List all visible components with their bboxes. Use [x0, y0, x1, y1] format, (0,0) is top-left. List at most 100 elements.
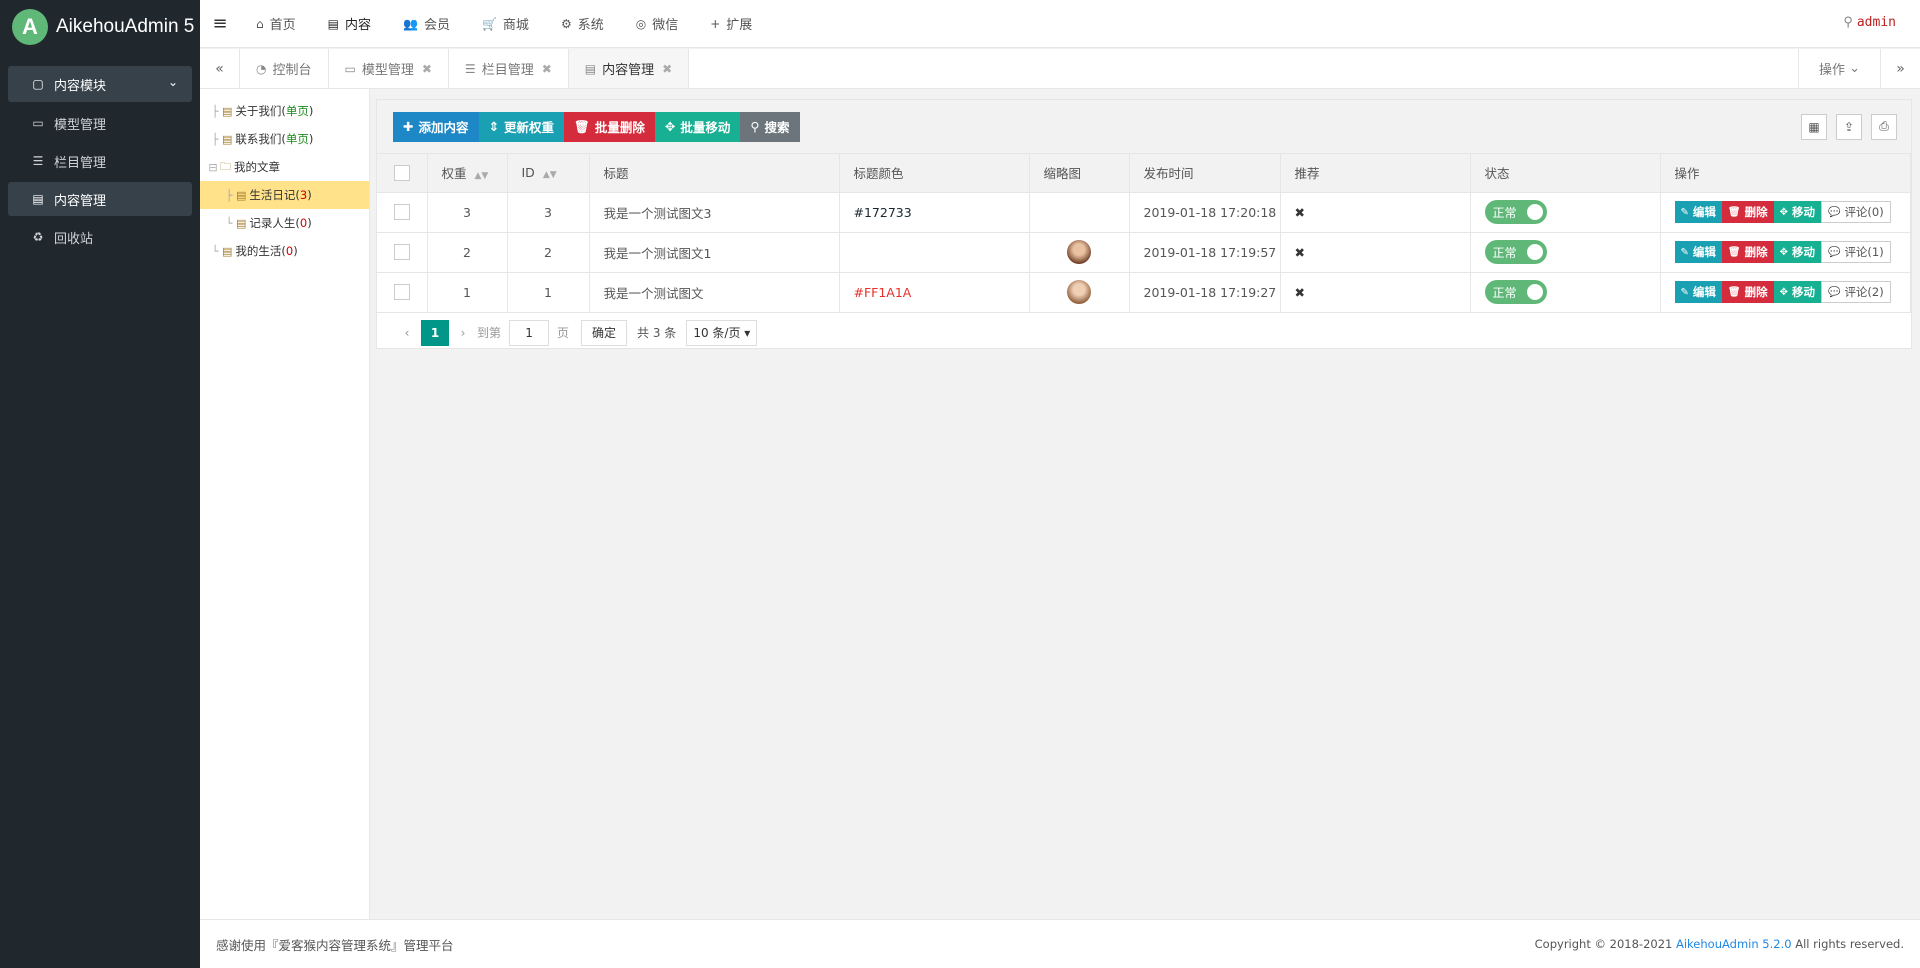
goto-confirm-button[interactable]: 确定	[581, 319, 628, 346]
edit-button[interactable]: ✎ 编辑	[1674, 201, 1722, 223]
thumbnail-cell	[1029, 192, 1130, 233]
nav-home[interactable]: ⌂ 首页	[240, 14, 312, 34]
sidebar-group-content-module[interactable]: ▢ 内容模块 ⌄	[8, 66, 192, 102]
comments-button[interactable]: 💬 评论(2)	[1820, 281, 1891, 303]
version-link[interactable]: AikehouAdmin 5.2.0	[1676, 937, 1792, 951]
header-label: 推荐	[1294, 166, 1320, 182]
add-content-button[interactable]: ✚ 添加内容	[393, 111, 479, 142]
status-toggle[interactable]: 正常	[1484, 280, 1547, 304]
weight-cell[interactable]: 1	[427, 272, 508, 313]
close-icon[interactable]: ✖	[542, 62, 552, 76]
column-header[interactable]: ID ▲▼	[507, 154, 590, 193]
comments-button[interactable]: 💬 评论(1)	[1820, 241, 1891, 263]
update-weight-button[interactable]: ⇕ 更新权重	[478, 111, 564, 142]
nav-wechat[interactable]: ◎ 微信	[620, 14, 695, 34]
nav-extend[interactable]: + 扩展	[694, 14, 768, 34]
tree-node[interactable]: └ ▤ 我的生活(0)	[200, 237, 369, 265]
trash-icon: 🗑	[1727, 206, 1741, 218]
close-icon[interactable]: ✖	[662, 62, 672, 76]
edit-button[interactable]: ✎ 编辑	[1674, 241, 1722, 263]
app-logo[interactable]: A AikehouAdmin 5	[0, 0, 200, 54]
copyright-prefix: Copyright © 2018-2021	[1534, 937, 1676, 951]
thumbnail-image[interactable]	[1067, 240, 1091, 264]
edit-button[interactable]: ✎ 编辑	[1674, 281, 1722, 303]
tab-column[interactable]: ☰ 栏目管理 ✖	[449, 49, 569, 88]
tab-label: 内容管理	[602, 63, 655, 78]
laptop-icon: ▭	[344, 61, 356, 76]
row-checkbox[interactable]	[393, 284, 410, 301]
pagination: ‹ 1 › 到第 1 页 确定 共 3 条 10 条/页 ▾	[377, 313, 1911, 353]
column-header[interactable]: 权重 ▲▼	[427, 154, 508, 193]
export-icon[interactable]: ⇪	[1836, 113, 1862, 140]
nav-shop[interactable]: 🛒 商城	[466, 14, 545, 34]
button-label: 评论(0)	[1844, 205, 1884, 219]
button-label: 移动	[1791, 205, 1815, 219]
trash-icon: 🗑	[574, 118, 590, 134]
row-checkbox[interactable]	[393, 244, 410, 261]
print-icon[interactable]: ⎙	[1871, 113, 1897, 140]
user-icon: ⚲	[1843, 15, 1853, 30]
user-menu[interactable]: ⚲ admin	[1843, 15, 1896, 30]
actions-cell: ✎ 编辑 🗑 删除 ✥ 移动 💬 评论(2)	[1660, 272, 1911, 313]
page-number-current[interactable]: 1	[421, 319, 449, 346]
tree-node-label: 我的文章	[234, 160, 280, 174]
header-label: 发布时间	[1143, 166, 1194, 182]
folder-open-icon: 🗀	[220, 159, 231, 173]
close-icon[interactable]: ✖	[422, 62, 432, 76]
comments-button[interactable]: 💬 评论(0)	[1820, 201, 1891, 223]
nav-system[interactable]: ⚙ 系统	[545, 14, 620, 34]
move-button[interactable]: ✥ 移动	[1773, 241, 1821, 263]
header-label: 标题颜色	[853, 166, 904, 182]
tab-operations-dropdown[interactable]: 操作 ⌄	[1798, 49, 1880, 88]
goto-page-input[interactable]: 1	[509, 319, 550, 346]
move-button[interactable]: ✥ 移动	[1773, 201, 1821, 223]
per-page-select[interactable]: 10 条/页 ▾	[686, 319, 758, 346]
nav-members[interactable]: 👥 会员	[387, 14, 466, 34]
search-button[interactable]: ⚲ 搜索	[740, 111, 800, 142]
tree-node[interactable]: ├ ▤ 生活日记(3)	[200, 181, 369, 209]
columns-icon[interactable]: ▦	[1801, 113, 1827, 140]
sidebar-item-content[interactable]: ▤ 内容管理	[8, 182, 192, 216]
column-header: 操作	[1660, 154, 1911, 193]
sort-icon[interactable]: ▲▼	[543, 170, 557, 180]
next-page-icon[interactable]: ›	[449, 320, 477, 346]
delete-button[interactable]: 🗑 删除	[1721, 281, 1774, 303]
delete-button[interactable]: 🗑 删除	[1721, 241, 1774, 263]
content-table: 权重 ▲▼ ID ▲▼ 标题 标题颜色 缩略图 发布时间 推荐 状态 操作 3 3 …	[377, 154, 1911, 313]
status-toggle[interactable]: 正常	[1484, 240, 1547, 264]
tree-collapse-icon[interactable]: ⊟	[206, 161, 220, 174]
thumbnail-image[interactable]	[1067, 280, 1091, 304]
tab-scroll-right-icon[interactable]: »	[1880, 49, 1920, 88]
sidebar-item-recycle[interactable]: ♻ 回收站	[8, 220, 192, 254]
select-all-checkbox[interactable]	[393, 165, 410, 181]
tab-model[interactable]: ▭ 模型管理 ✖	[329, 49, 449, 88]
weight-cell[interactable]: 3	[427, 192, 508, 233]
sidebar-item-column[interactable]: ☰ 栏目管理	[8, 144, 192, 178]
tree-node[interactable]: └ ▤ 记录人生(0)	[200, 209, 369, 237]
tab-content[interactable]: ▤ 内容管理 ✖	[568, 49, 690, 88]
table-row: 1 1 我是一个测试图文 #FF1A1A 2019-01-18 17:19:27…	[377, 272, 1911, 313]
weight-cell[interactable]: 2	[427, 232, 508, 273]
tree-node-label: 联系我们	[235, 132, 282, 146]
button-label: 更新权重	[503, 120, 554, 135]
status-toggle[interactable]: 正常	[1484, 200, 1547, 224]
prev-page-icon[interactable]: ‹	[393, 320, 421, 346]
users-icon: 👥	[403, 16, 418, 31]
row-checkbox[interactable]	[393, 204, 410, 221]
row-select-cell	[377, 232, 428, 273]
batch-delete-button[interactable]: 🗑 批量删除	[564, 111, 655, 142]
batch-move-button[interactable]: ✥ 批量移动	[654, 111, 741, 142]
sort-icon[interactable]: ▲▼	[475, 171, 489, 181]
menu-toggle-icon[interactable]: ≡	[200, 13, 240, 34]
tree-node[interactable]: ├ ▤ 关于我们(单页)	[200, 97, 369, 125]
close-icon: ✖	[1294, 244, 1305, 260]
tree-branch-icon: ├	[225, 188, 233, 202]
sidebar-item-model[interactable]: ▭ 模型管理	[8, 106, 192, 140]
move-button[interactable]: ✥ 移动	[1773, 281, 1821, 303]
tree-node[interactable]: ├ ▤ 联系我们(单页)	[200, 125, 369, 153]
tab-dashboard[interactable]: ◔ 控制台	[240, 49, 329, 88]
tree-node[interactable]: ⊟ 🗀 我的文章	[200, 153, 369, 181]
nav-content[interactable]: ▤ 内容	[312, 14, 387, 34]
delete-button[interactable]: 🗑 删除	[1721, 201, 1774, 223]
tab-scroll-left-icon[interactable]: «	[200, 49, 240, 88]
